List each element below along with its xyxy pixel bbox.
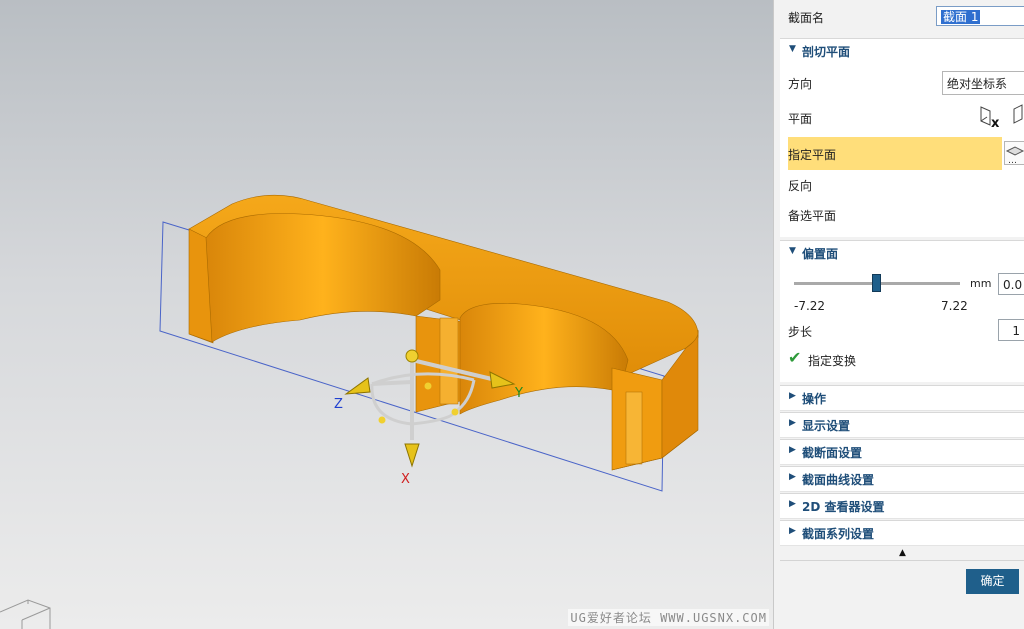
offset-unit: mm [970,277,992,290]
offset-title: 偏置面 [802,247,839,261]
offset-body: mm 0.0 -7.22 7.22 步长 1 ✔ 指定变换 [780,265,1024,382]
axis-label-y: Y [514,386,523,401]
expand-right-icon: ▶ [789,418,796,428]
slider-min-label: -7.22 [794,299,826,313]
axis-label-x: X [401,472,410,487]
specify-plane-label: 指定平面 [788,148,837,162]
specify-plane-row[interactable]: 指定平面 [788,137,1002,170]
graphics-viewport[interactable]: X Y Z UG爱好者论坛 WWW.UGSNX.COM [0,0,773,629]
section-curve-settings[interactable]: ▶ 截面曲线设置 [780,466,1024,492]
section-cap-settings[interactable]: ▶ 截断面设置 [780,439,1024,465]
section-name-value: 截面 1 [941,10,981,24]
expand-right-icon: ▶ [789,499,796,509]
collapse-more-button[interactable]: ▲ [780,546,1024,561]
expand-down-icon: ▼ [789,44,796,54]
section-name-label: 截面名 [788,11,825,25]
section-series-settings[interactable]: ▶ 截面系列设置 [780,520,1024,546]
view-section-dialog: 截面名 截面 1 ▼ 剖切平面 方向 绝对坐标系 平面 x 指定平面 … 反向 … [773,0,1024,629]
specify-plane-button[interactable]: … [1004,141,1024,165]
expand-right-icon: ▶ [789,526,796,536]
watermark: UG爱好者论坛 WWW.UGSNX.COM [568,609,769,626]
part-middle-slot [439,317,459,405]
svg-text:x: x [991,116,1000,129]
model-view[interactable]: X Y Z [0,0,773,629]
plane-select-icon: … [1005,146,1024,164]
section-title: 操作 [802,392,827,406]
z-axis-arrow[interactable] [344,377,371,395]
section-operation[interactable]: ▶ 操作 [780,385,1024,411]
step-value: 1 [1012,324,1020,338]
direction-select[interactable]: 绝对坐标系 [942,71,1024,95]
chevron-up-icon: ▲ [899,548,906,558]
cut-plane-body: 方向 绝对坐标系 平面 x 指定平面 … 反向 备选平面 [780,63,1024,237]
expand-down-icon: ▼ [789,246,796,256]
plane-label: 平面 [788,112,813,126]
axis-label-z: Z [334,397,343,412]
direction-label: 方向 [788,77,813,91]
plane-y-button[interactable] [1010,103,1024,129]
offset-header[interactable]: ▼ 偏置面 [780,240,1024,266]
section-display-settings[interactable]: ▶ 显示设置 [780,412,1024,438]
plane-x-button[interactable]: x [978,103,1004,131]
section-title: 2D 查看器设置 [802,500,885,514]
rotate-handle-2[interactable] [378,416,386,424]
step-input[interactable]: 1 [998,319,1024,341]
expand-right-icon: ▶ [789,445,796,455]
offset-value-input[interactable]: 0.0 [998,273,1024,295]
slider-max-label: 7.22 [941,299,968,313]
part-right-slot [625,391,643,465]
step-label: 步长 [788,325,813,339]
section-title: 截面曲线设置 [802,473,875,487]
rotate-handle-3[interactable] [451,408,459,416]
section-2d-viewer-settings[interactable]: ▶ 2D 查看器设置 [780,493,1024,519]
section-name-input[interactable]: 截面 1 [936,6,1024,26]
section-title: 显示设置 [802,419,851,433]
x-axis-arrow[interactable] [404,443,420,468]
origin-handle[interactable] [405,349,419,363]
rotate-handle-1[interactable] [424,382,432,390]
cut-plane-title: 剖切平面 [802,45,851,59]
reverse-label[interactable]: 反向 [788,177,812,194]
specify-transform-label: 指定变换 [808,354,857,368]
cut-plane-header[interactable]: ▼ 剖切平面 [780,38,1024,64]
specify-transform-row[interactable]: ✔ 指定变换 [788,349,988,369]
expand-right-icon: ▶ [789,391,796,401]
plane-y-icon [1013,104,1023,124]
expand-right-icon: ▶ [789,472,796,482]
ok-button[interactable]: 确定 [966,569,1019,594]
section-title: 截断面设置 [802,446,863,460]
section-title: 截面系列设置 [802,527,875,541]
svg-text:…: … [1008,156,1017,164]
view-cube-icon[interactable] [0,599,51,629]
alternate-plane-label[interactable]: 备选平面 [788,207,836,224]
offset-slider-thumb[interactable] [872,274,881,292]
checkmark-icon: ✔ [788,348,802,367]
plane-x-icon: x [980,106,1000,131]
